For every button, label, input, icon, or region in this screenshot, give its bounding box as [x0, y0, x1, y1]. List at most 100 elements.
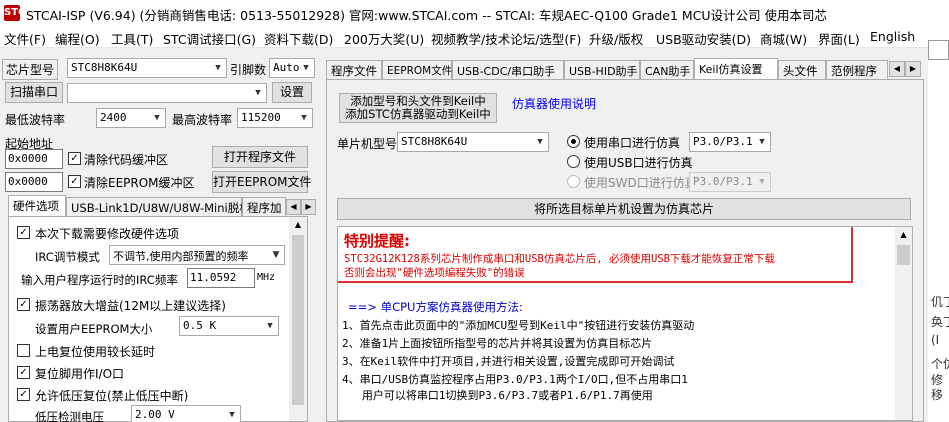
- menu-downloads[interactable]: 资料下载(D): [264, 29, 333, 48]
- clear-code-checkbox[interactable]: ✓: [68, 152, 81, 165]
- min-baud-select[interactable]: 2400 ▼: [96, 108, 166, 128]
- frequency-unit: MHz: [257, 272, 276, 283]
- menu-prize[interactable]: 200万大奖(U): [344, 29, 424, 48]
- menu-interface[interactable]: 界面(L): [818, 29, 860, 48]
- clear-eeprom-checkbox[interactable]: ✓: [68, 175, 81, 188]
- chevron-down-icon: ▼: [255, 88, 261, 98]
- modify-hw-options-label: 本次下载需要修改硬件选项: [35, 227, 180, 241]
- chip-model-label: 芯片型号: [2, 59, 59, 80]
- tab-examples[interactable]: 范例程序: [826, 60, 888, 79]
- step-2: 2、准备1片上面按钮所指型号的芯片并将其设置为仿真目标芯片: [342, 337, 653, 350]
- step-1: 1、首先点击此页面中的"添加MCU型号到Keil中"按钮进行安装仿真驱动: [342, 319, 695, 332]
- tab-usb-hid[interactable]: USB-HID助手: [564, 60, 640, 79]
- menu-debug-interface[interactable]: STC调试接口(G): [163, 29, 256, 48]
- open-program-file-button[interactable]: 打开程序文件: [212, 146, 308, 168]
- tab-header-file[interactable]: 头文件: [778, 60, 826, 79]
- menu-english[interactable]: English: [870, 29, 915, 44]
- scroll-up-icon[interactable]: ▲: [895, 227, 912, 243]
- background-window-fragment: 仉丁 奂丁 (I 个仿 修 移: [928, 0, 949, 422]
- irc-frequency-label: 输入用户程序运行时的IRC频率: [21, 273, 178, 287]
- menu-video-forum[interactable]: 视频教学/技术论坛/选型(F): [431, 29, 581, 48]
- mcu-model-label: 单片机型号: [337, 137, 398, 151]
- chevron-down-icon: ▼: [303, 63, 309, 73]
- chevron-down-icon: ▼: [759, 177, 765, 187]
- settings-button[interactable]: 设置: [272, 82, 312, 103]
- com-port-select[interactable]: ▼: [67, 83, 267, 103]
- scrollbar-thumb[interactable]: [292, 235, 304, 405]
- tab-program-encrypt[interactable]: 程序加: [242, 197, 286, 216]
- swd-port-select[interactable]: P3.0/P3.1 ▼: [689, 172, 771, 192]
- eeprom-size-select[interactable]: 0.5 K ▼: [179, 316, 279, 336]
- chevron-left-icon[interactable]: ◀: [889, 61, 905, 77]
- low-voltage-reset-label: 允许低压复位(禁止低压中断): [35, 389, 189, 403]
- menu-program[interactable]: 编程(O): [55, 29, 100, 48]
- chevron-right-icon[interactable]: ▶: [905, 61, 921, 77]
- emulator-help-link[interactable]: 仿真器使用说明: [512, 95, 596, 112]
- menu-upgrade[interactable]: 升级/版权: [589, 29, 643, 48]
- instructions-textarea[interactable]: 特别提醒: STC32G12K128系列芯片制作成串口和USB仿真芯片后, 必须…: [337, 226, 913, 421]
- chevron-down-icon: ▼: [267, 321, 273, 331]
- menu-file[interactable]: 文件(F): [4, 29, 46, 48]
- title-bar: STC STCAI-ISP (V6.94) (分销商销售电话: 0513-550…: [0, 0, 928, 26]
- reset-pin-io-label: 复位脚用作I/O口: [35, 367, 125, 381]
- app-logo-icon: STC: [4, 5, 25, 21]
- scan-port-button[interactable]: 扫描串口: [5, 82, 63, 103]
- tab-eeprom-file[interactable]: EEPROM文件: [382, 60, 452, 79]
- window-title: STCAI-ISP (V6.94) (分销商销售电话: 0513-5501292…: [26, 8, 828, 23]
- notice-line-2: 否则会出现"硬件选项编程失败"的错误: [344, 267, 525, 279]
- reset-pin-io-checkbox[interactable]: ✓: [17, 366, 30, 379]
- low-voltage-threshold-select[interactable]: 2.00 V ▼: [131, 405, 241, 422]
- set-emulation-chip-button[interactable]: 将所选目标单片机设置为仿真芯片: [337, 198, 911, 220]
- osc-gain-checkbox[interactable]: ✓: [17, 298, 30, 311]
- bg-text-6: 移: [931, 388, 944, 402]
- code-address-input[interactable]: 0x0000: [5, 149, 63, 169]
- chevron-right-icon[interactable]: ▶: [301, 199, 316, 215]
- instructions-scrollbar[interactable]: ▲: [895, 227, 912, 420]
- serial-emulation-label: 使用串口进行仿真: [584, 136, 681, 150]
- step-4-continued: 用户可以将串口1切换到P3.6/P3.7或者P1.6/P1.7再使用: [342, 389, 653, 402]
- usb-emulation-radio[interactable]: [567, 155, 580, 168]
- bg-text-2: 奂丁: [931, 315, 949, 329]
- menu-usb-driver[interactable]: USB驱动安装(D): [656, 29, 751, 48]
- chevron-down-icon: ▼: [154, 113, 160, 123]
- swd-emulation-label: 使用SWD口进行仿真: [584, 176, 697, 190]
- chevron-down-icon: ▼: [272, 250, 280, 260]
- bg-text-3: (I: [931, 333, 940, 347]
- tab-keil-emulation[interactable]: Keil仿真设置: [694, 58, 778, 79]
- pin-count-select[interactable]: Auto ▼: [269, 58, 315, 78]
- eeprom-address-input[interactable]: 0x0000: [5, 172, 63, 192]
- osc-gain-label: 振荡器放大增益(12M以上建议选择): [35, 299, 226, 313]
- chevron-left-icon[interactable]: ◀: [286, 199, 301, 215]
- tab-usb-link-offline[interactable]: USB-Link1D/U8W/U8W-Mini脱机: [66, 197, 251, 216]
- add-to-keil-button[interactable]: 添加型号和头文件到Keil中 添加STC仿真器驱动到Keil中: [339, 93, 497, 123]
- tab-program-file[interactable]: 程序文件: [326, 60, 382, 79]
- irc-frequency-input[interactable]: 11.0592: [187, 268, 255, 288]
- tab-can[interactable]: CAN助手: [640, 60, 694, 79]
- menu-shop[interactable]: 商城(W): [760, 29, 807, 48]
- tab-hardware-options[interactable]: 硬件选项: [8, 195, 66, 216]
- pin-count-label: 引脚数: [230, 63, 267, 77]
- swd-emulation-radio[interactable]: [567, 175, 580, 188]
- right-panel: 程序文件 EEPROM文件 USB-CDC/串口助手 USB-HID助手 CAN…: [322, 48, 928, 422]
- options-scrollbar[interactable]: ▲: [289, 217, 307, 421]
- mcu-model-select[interactable]: STC8H8K64U ▼: [397, 132, 549, 152]
- chip-model-select[interactable]: STC8H8K64U ▼: [67, 58, 227, 78]
- notice-title: 特别提醒:: [344, 232, 410, 250]
- clear-eeprom-label: 清除EEPROM缓冲区: [84, 176, 195, 190]
- hardware-options-panel: ✓ 本次下载需要修改硬件选项 IRC调节模式 不调节,使用内部预置的频率 ▼ 输入…: [8, 216, 308, 422]
- scrollbar-thumb[interactable]: [897, 245, 910, 265]
- power-on-delay-checkbox[interactable]: [17, 344, 30, 357]
- menu-tools[interactable]: 工具(T): [111, 29, 153, 48]
- irc-mode-select[interactable]: 不调节,使用内部预置的频率 ▼: [109, 245, 285, 265]
- scroll-up-icon[interactable]: ▲: [289, 217, 307, 233]
- modify-hw-options-checkbox[interactable]: ✓: [17, 226, 30, 239]
- step-3: 3、在Keil软件中打开项目,并进行相关设置,设置完成即可开始调试: [342, 355, 675, 368]
- serial-emulation-radio[interactable]: [567, 135, 580, 148]
- chevron-down-icon: ▼: [301, 113, 307, 123]
- tab-usb-cdc-serial[interactable]: USB-CDC/串口助手: [452, 60, 564, 79]
- open-eeprom-file-button[interactable]: 打开EEPROM文件: [212, 171, 312, 193]
- low-voltage-reset-checkbox[interactable]: ✓: [17, 388, 30, 401]
- serial-port-select[interactable]: P3.0/P3.1 ▼: [689, 132, 771, 152]
- menu-bar: 文件(F) 编程(O) 工具(T) STC调试接口(G) 资料下载(D) 200…: [0, 26, 928, 48]
- max-baud-select[interactable]: 115200 ▼: [237, 108, 313, 128]
